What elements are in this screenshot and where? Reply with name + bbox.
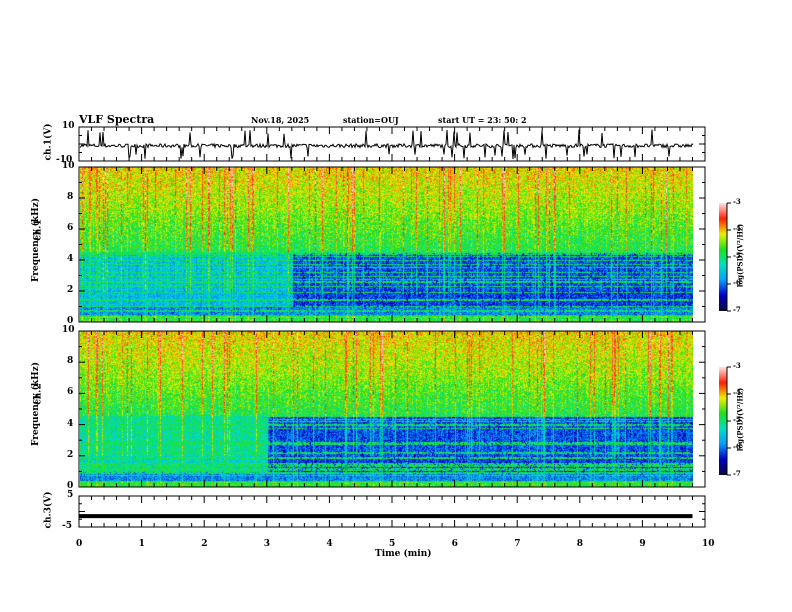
ch1-ytick-label: 4 [67, 254, 74, 264]
x-tick-label: 6 [451, 539, 458, 549]
ch3-ytick-label: -5 [62, 521, 72, 531]
ch2-ytick-label: 2 [67, 449, 74, 460]
x-tick-label: 5 [389, 539, 396, 549]
x-axis-label: Time (min) [375, 549, 432, 559]
x-tick-label: 2 [201, 539, 208, 549]
colorbar-tick-label: -7 [733, 305, 741, 314]
ch2-ytick-label: 4 [67, 418, 74, 429]
ch1-ytick-label: 10 [62, 121, 75, 131]
x-tick-label: 9 [639, 539, 646, 549]
ch3-ytick-label: 5 [67, 490, 74, 500]
ch1-ytick-label: 6 [67, 223, 74, 233]
x-tick-label: 4 [326, 539, 333, 549]
ch1-ytick-label: 10 [62, 161, 75, 171]
ch3-ylabel: ch.3(V) [43, 491, 54, 529]
x-tick-label: 8 [576, 539, 584, 549]
ch1-ytick-label: 8 [67, 192, 74, 202]
colorbar-tick-label: -3 [733, 197, 741, 206]
colorbar-tick-label: -3 [733, 361, 741, 370]
figure-axes [78, 126, 731, 528]
ch1-ylabel: ch.1(V) [43, 123, 54, 161]
panel-2-frame [78, 166, 706, 323]
ch1-ytick-label: 2 [67, 285, 74, 295]
x-tick-label: 10 [702, 539, 715, 549]
ch2-ylabel-units: Frequency (kHz) [31, 361, 42, 447]
ch2-ytick-label: 8 [67, 356, 74, 367]
x-tick-label: 7 [514, 539, 521, 549]
x-tick-label: 3 [263, 539, 271, 549]
ch1-waveform-line [79, 129, 694, 160]
ch1-ylabel-units: Frequency (kHz) [31, 197, 42, 282]
x-tick-label: 1 [138, 539, 145, 549]
colorbar-label: log(PSD)(V²/Hz) [735, 387, 745, 452]
panel-3-frame [78, 330, 706, 488]
ch2-ytick-label: 10 [62, 325, 75, 335]
ch2-ytick-label: 6 [67, 387, 74, 398]
x-tick-label: 0 [76, 539, 83, 549]
colorbar-label: log(PSD)(V²/Hz) [735, 223, 745, 288]
colorbar-tick-label: -7 [733, 469, 741, 478]
